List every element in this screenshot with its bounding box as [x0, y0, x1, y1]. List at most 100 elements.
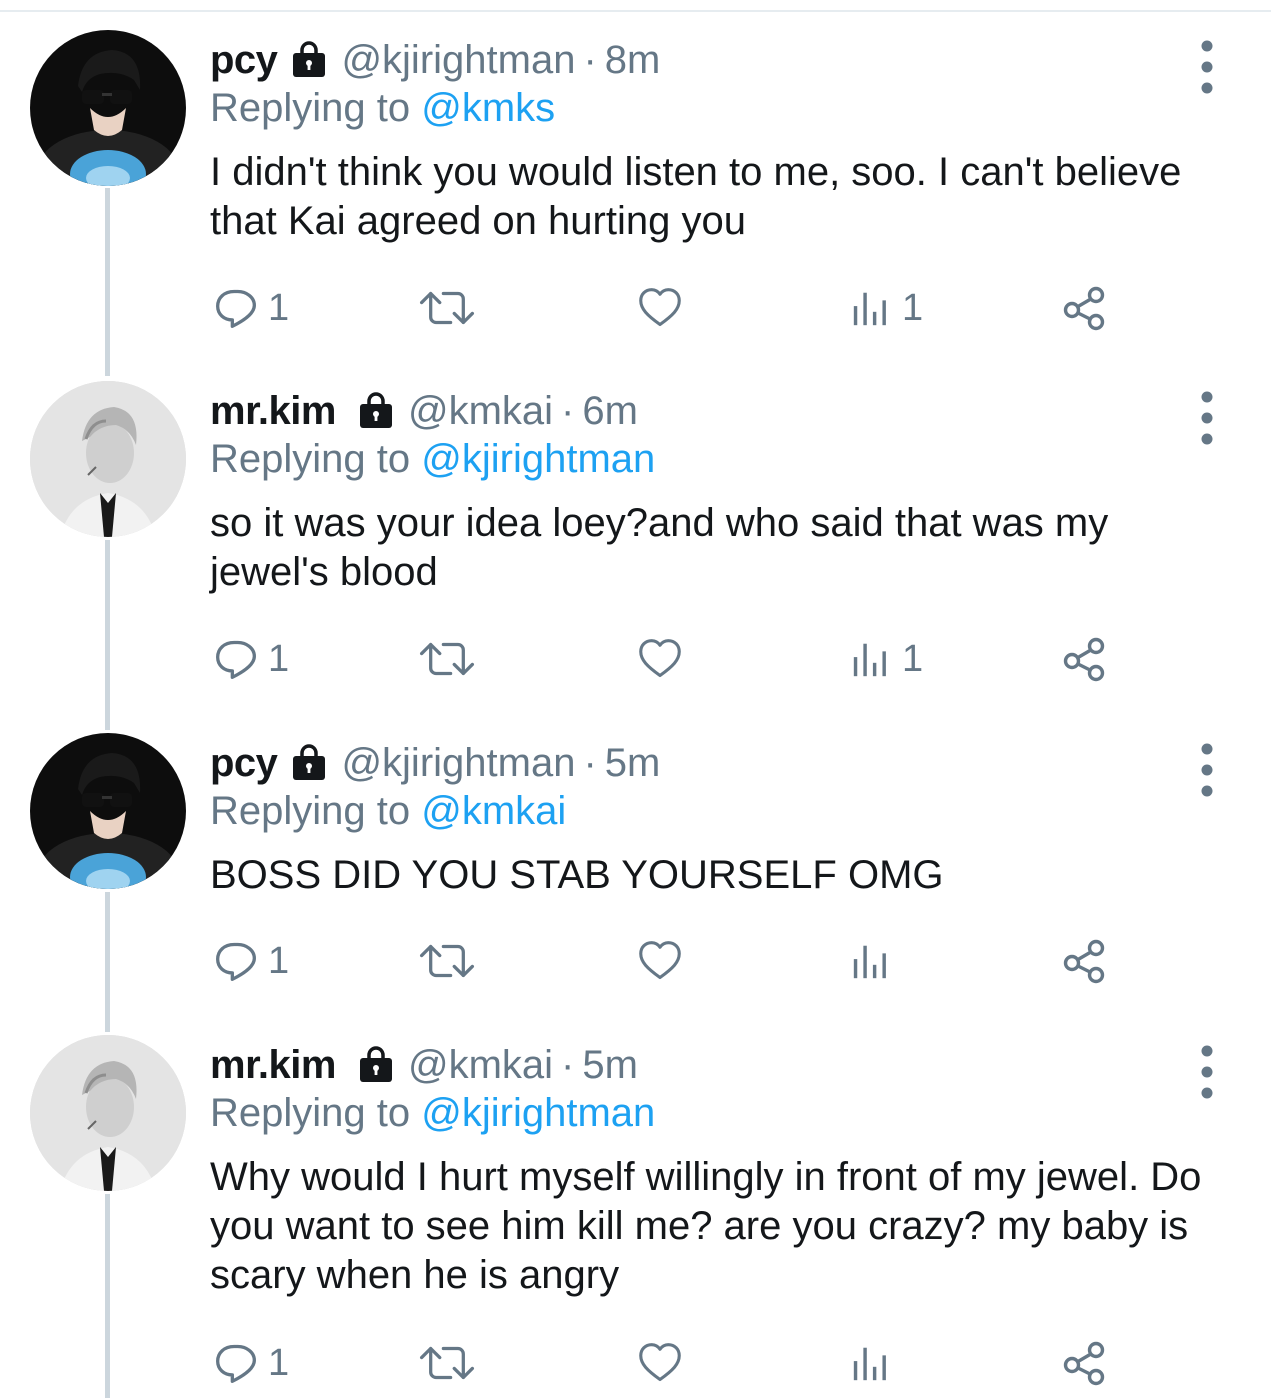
- tweet-header: pcy @kjirightman · 5m: [210, 737, 660, 789]
- separator-dot: ·: [561, 388, 575, 433]
- retweet-button[interactable]: [418, 631, 476, 687]
- tweet-header: pcy @kjirightman · 8m: [210, 34, 660, 86]
- tweet-header: mr.kim @kmkai · 6m: [210, 385, 638, 437]
- views-icon: [850, 637, 892, 681]
- view-count: 1: [902, 286, 924, 329]
- views-button[interactable]: [850, 1335, 902, 1391]
- replying-to-label: Replying to: [210, 437, 411, 481]
- more-icon[interactable]: [1190, 741, 1224, 799]
- like-button[interactable]: [637, 280, 683, 336]
- tweet-actions: 1: [0, 933, 1271, 989]
- top-divider: [0, 10, 1271, 12]
- tweet-text: Why would I hurt myself willingly in fro…: [210, 1155, 1202, 1297]
- more-icon[interactable]: [1190, 389, 1224, 447]
- share-button[interactable]: [1060, 933, 1108, 989]
- separator-dot: ·: [583, 37, 597, 82]
- like-icon: [637, 637, 683, 681]
- reply-icon: [214, 939, 258, 983]
- tweet-actions: 1 1: [0, 631, 1271, 687]
- share-button[interactable]: [1060, 631, 1108, 687]
- views-icon: [850, 1341, 892, 1385]
- reply-count: 1: [268, 286, 290, 329]
- replying-to-label: Replying to: [210, 86, 411, 130]
- retweet-icon: [418, 1341, 476, 1385]
- timestamp[interactable]: 5m: [582, 1043, 638, 1088]
- replying-to: Replying to @kjirightman: [210, 437, 655, 482]
- retweet-button[interactable]: [418, 280, 476, 336]
- like-button[interactable]: [637, 631, 683, 687]
- reply-count: 1: [268, 939, 290, 982]
- like-icon: [637, 1341, 683, 1385]
- replying-to: Replying to @kmkai: [210, 789, 566, 834]
- views-button[interactable]: 1: [850, 280, 923, 336]
- tweet-actions: 1 1: [0, 280, 1271, 336]
- replying-to-handle[interactable]: @kmks: [421, 86, 555, 130]
- lock-icon: [356, 1045, 396, 1085]
- replying-to-label: Replying to: [210, 789, 411, 833]
- reply-button[interactable]: 1: [214, 1335, 289, 1391]
- timestamp[interactable]: 5m: [605, 741, 661, 786]
- share-icon: [1060, 1339, 1108, 1387]
- reply-count: 1: [268, 1341, 290, 1384]
- retweet-icon: [418, 637, 476, 681]
- reply-count: 1: [268, 637, 290, 680]
- replying-to-handle[interactable]: @kjirightman: [421, 437, 655, 481]
- display-name[interactable]: mr.kim: [210, 389, 336, 434]
- avatar[interactable]: [30, 381, 186, 537]
- display-name[interactable]: mr.kim: [210, 1043, 336, 1088]
- view-count: 1: [902, 637, 924, 680]
- avatar[interactable]: [30, 733, 186, 889]
- like-icon: [637, 939, 683, 983]
- share-icon: [1060, 635, 1108, 683]
- more-icon[interactable]: [1190, 1043, 1224, 1101]
- replying-to-handle[interactable]: @kmkai: [421, 789, 566, 833]
- reply-button[interactable]: 1: [214, 280, 289, 336]
- views-icon: [850, 939, 892, 983]
- share-button[interactable]: [1060, 280, 1108, 336]
- tweet-text: so it was your idea loey?and who said th…: [210, 501, 1109, 594]
- lock-icon: [289, 743, 329, 783]
- handle[interactable]: @kmkai: [408, 1043, 553, 1088]
- replying-to: Replying to @kjirightman: [210, 1091, 655, 1136]
- like-button[interactable]: [637, 933, 683, 989]
- views-icon: [850, 286, 892, 330]
- share-icon: [1060, 284, 1108, 332]
- reply-icon: [214, 286, 258, 330]
- share-button[interactable]: [1060, 1335, 1108, 1391]
- tweet-header: mr.kim @kmkai · 5m: [210, 1039, 638, 1091]
- tweet-text: BOSS DID YOU STAB YOURSELF OMG: [210, 853, 944, 897]
- display-name[interactable]: pcy: [210, 38, 278, 83]
- separator-dot: ·: [561, 1042, 575, 1087]
- replying-to-label: Replying to: [210, 1091, 411, 1135]
- handle[interactable]: @kmkai: [408, 389, 553, 434]
- reply-button[interactable]: 1: [214, 933, 289, 989]
- more-icon[interactable]: [1190, 38, 1224, 96]
- lock-icon: [356, 391, 396, 431]
- display-name[interactable]: pcy: [210, 741, 278, 786]
- handle[interactable]: @kjirightman: [341, 38, 575, 83]
- views-button[interactable]: 1: [850, 631, 923, 687]
- replying-to-handle[interactable]: @kjirightman: [421, 1091, 655, 1135]
- reply-icon: [214, 1341, 258, 1385]
- like-icon: [637, 286, 683, 330]
- timestamp[interactable]: 6m: [582, 389, 638, 434]
- reply-icon: [214, 637, 258, 681]
- share-icon: [1060, 937, 1108, 985]
- views-button[interactable]: [850, 933, 902, 989]
- retweet-button[interactable]: [418, 933, 476, 989]
- tweet-actions: 1: [0, 1335, 1271, 1391]
- reply-button[interactable]: 1: [214, 631, 289, 687]
- lock-icon: [289, 40, 329, 80]
- separator-dot: ·: [583, 740, 597, 785]
- like-button[interactable]: [637, 1335, 683, 1391]
- replying-to: Replying to @kmks: [210, 86, 555, 131]
- avatar[interactable]: [30, 30, 186, 186]
- handle[interactable]: @kjirightman: [341, 741, 575, 786]
- retweet-icon: [418, 939, 476, 983]
- timestamp[interactable]: 8m: [605, 38, 661, 83]
- retweet-button[interactable]: [418, 1335, 476, 1391]
- avatar[interactable]: [30, 1035, 186, 1191]
- retweet-icon: [418, 286, 476, 330]
- reply-thread: pcy @kjirightman · 8m Replying to @kmks …: [0, 0, 1271, 1398]
- tweet-text: I didn't think you would listen to me, s…: [210, 150, 1182, 243]
